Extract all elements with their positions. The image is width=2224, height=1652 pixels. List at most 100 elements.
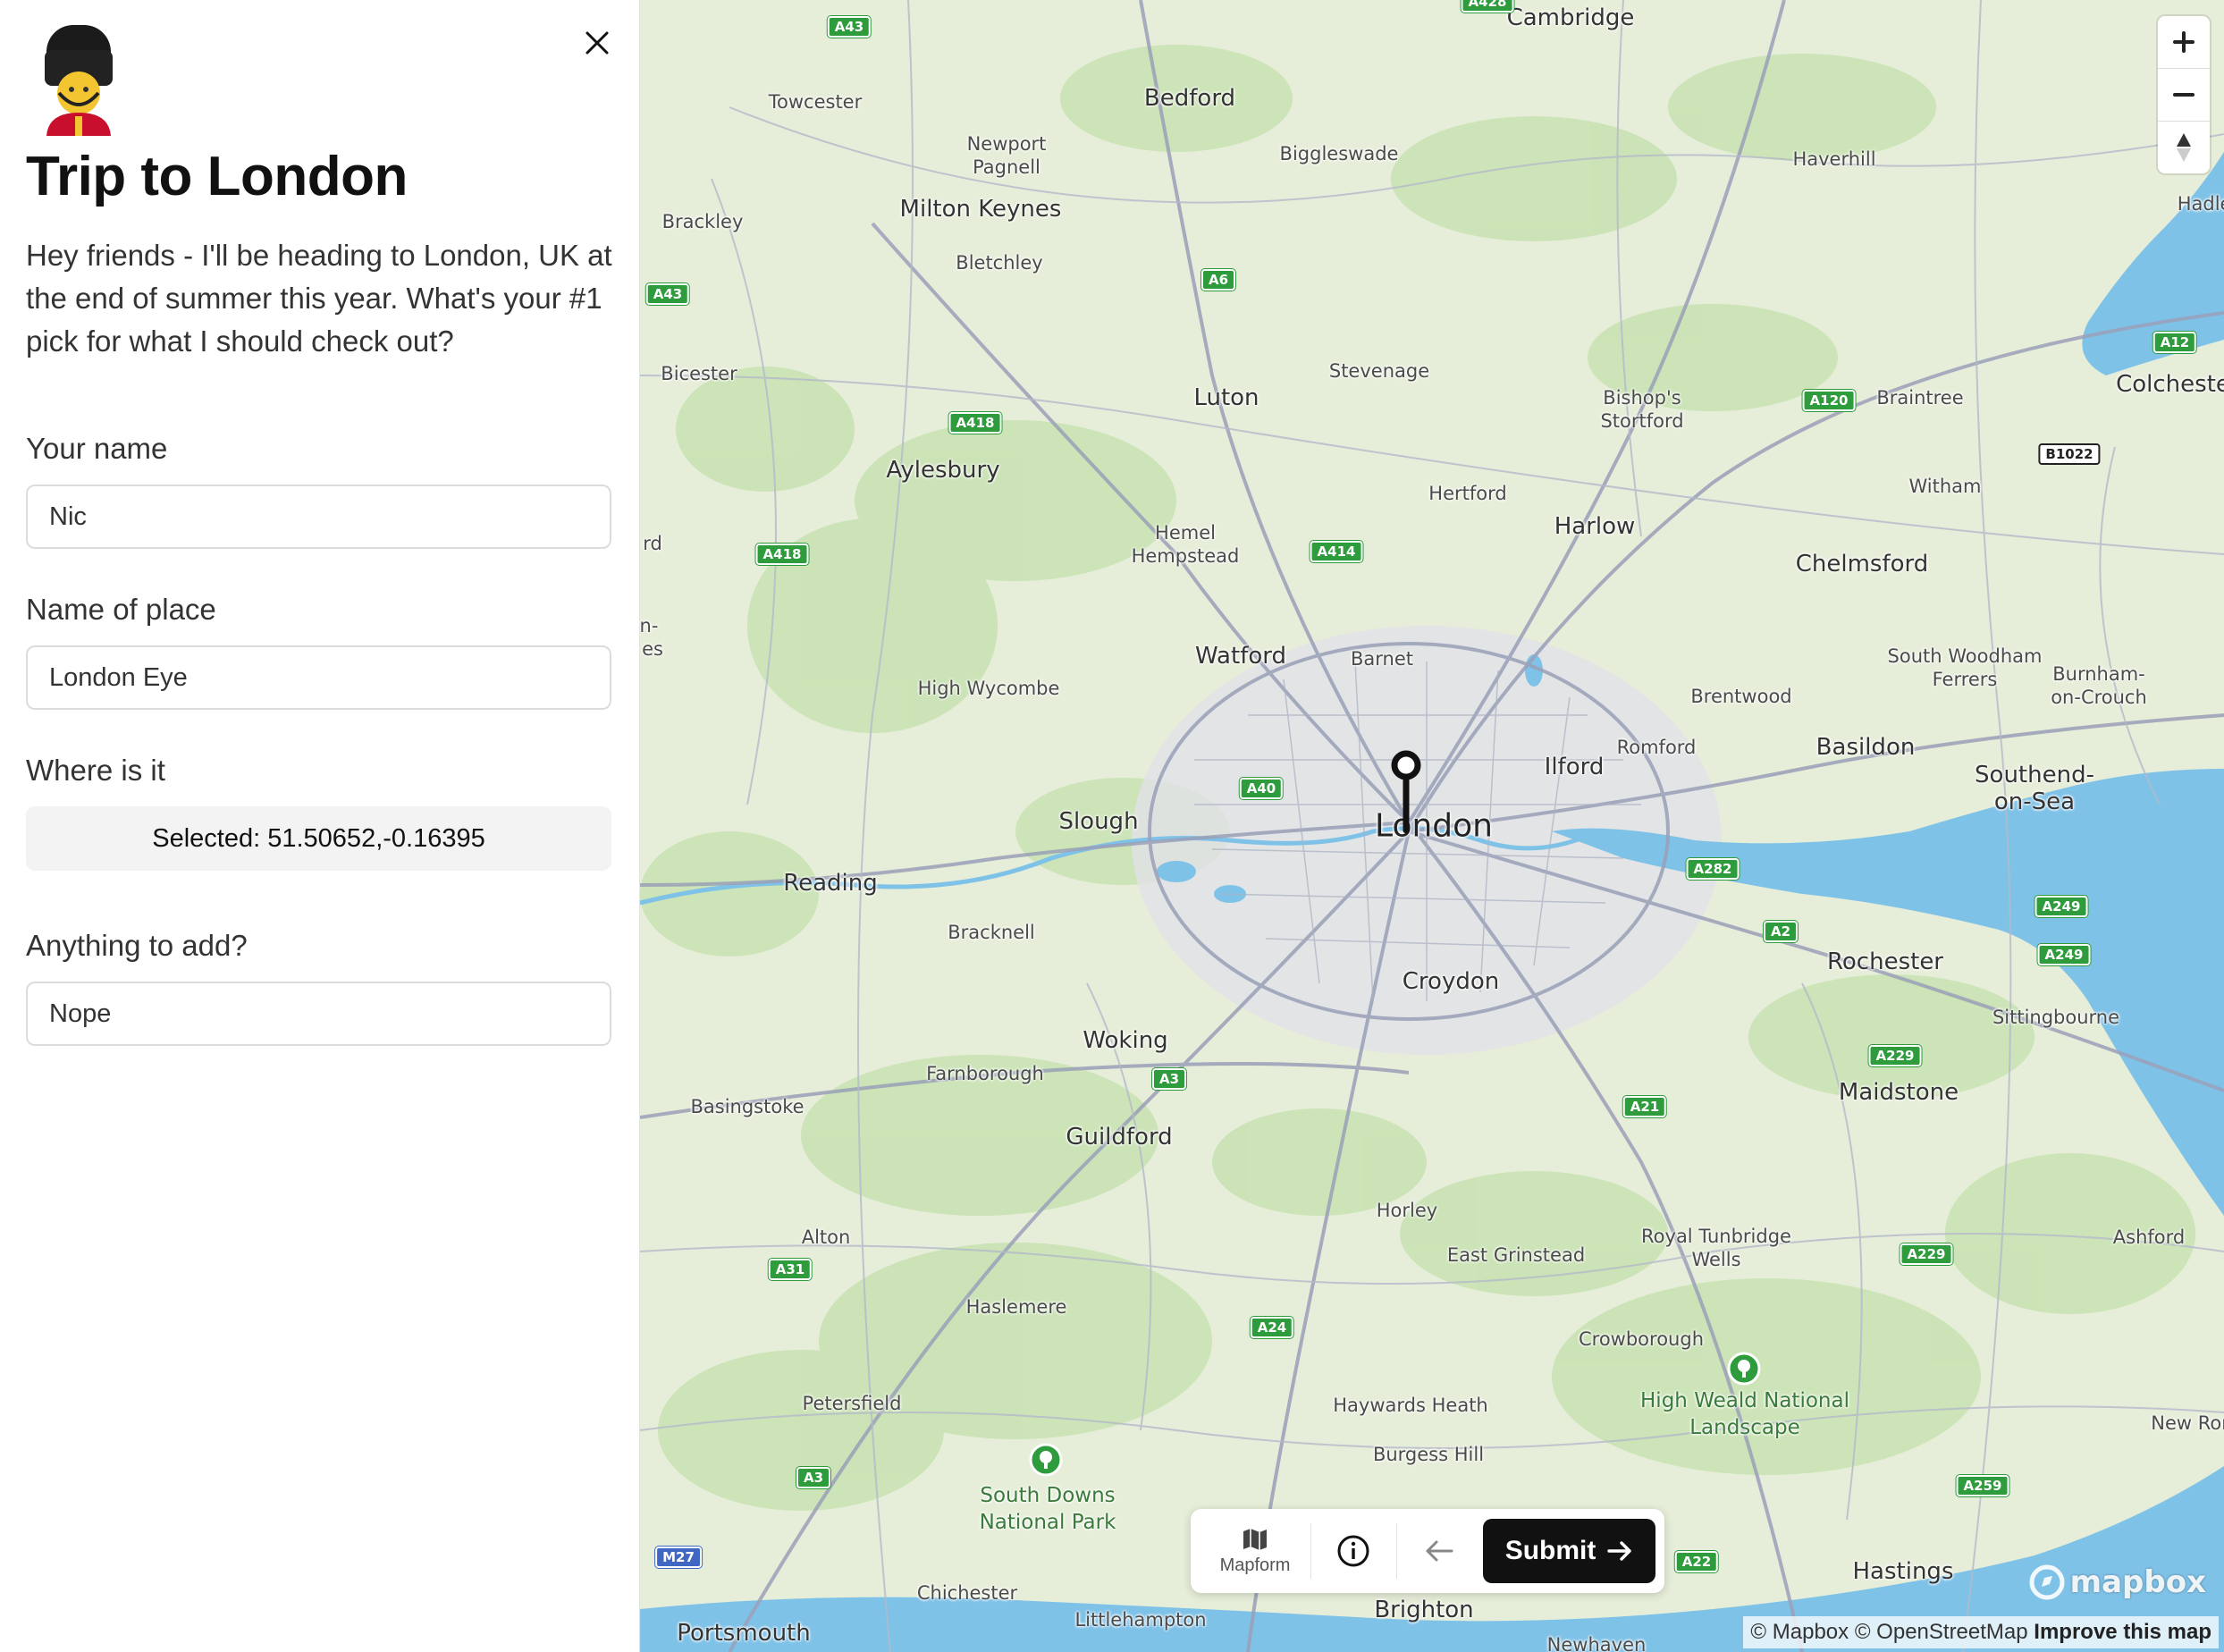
zoom-out-button[interactable] [2158,69,2210,122]
road-shield: M27 [655,1547,702,1568]
attribution-text[interactable]: © Mapbox © OpenStreetMap [1750,1620,2027,1644]
place-label: Romford [1616,737,1697,758]
road-shield: A3 [1151,1068,1187,1090]
place-label: Hertford [1428,483,1507,504]
road-shield: B1022 [2038,443,2101,465]
road-shield: A259 [1956,1475,2009,1496]
map-canvas[interactable]: Cambridge Towcester Bedford Newport Pagn… [640,0,2224,1652]
road-shield: A229 [1900,1243,1953,1265]
place-label: Reading [783,870,878,897]
place-label: Brighton [1374,1597,1474,1623]
location-pin-icon[interactable] [1388,747,1424,837]
park-tree-icon [1029,1443,1063,1477]
plus-icon [2173,31,2195,53]
place-label: Braintree [1876,387,1964,409]
place-field[interactable] [26,645,611,710]
place-label: Ashford [2112,1226,2186,1248]
name-field[interactable] [26,485,611,549]
improve-map-link[interactable]: Improve this map [2034,1620,2211,1644]
bottom-toolbar: Mapform Submit [1191,1509,1664,1593]
road-shield: A249 [2034,896,2088,917]
place-label: Woking [1083,1027,1168,1054]
close-button[interactable] [579,25,615,61]
place-label: Bishop's Stortford [1600,387,1684,432]
zoom-in-button[interactable] [2158,16,2210,69]
place-label: Farnborough [926,1063,1044,1084]
place-label: Basildon [1815,734,1916,761]
place-label: Colcheste [2116,371,2224,398]
place-label: Crowborough [1578,1328,1705,1350]
road-shield: A428 [1461,0,1514,13]
map-attribution: © Mapbox © OpenStreetMap Improve this ma… [1743,1616,2219,1648]
road-shield: A40 [1239,778,1284,799]
place-input[interactable] [49,662,588,693]
place-label: Bicester [661,363,737,384]
minus-icon [2173,93,2195,97]
road-shield: A21 [1622,1096,1667,1117]
place-label: Name of place [26,593,216,626]
place-label: Bedford [1143,85,1236,112]
place-label: Rochester [1827,948,1943,975]
reset-north-button[interactable] [2158,122,2210,173]
arrow-left-icon [1426,1540,1453,1562]
place-label: Aylesbury [886,457,1000,484]
place-label: Southend- on-Sea [1975,762,2094,815]
road-shield: A249 [2037,944,2091,965]
compass-icon [2177,133,2191,162]
place-label: Slough [1058,808,1139,835]
submit-button[interactable]: Submit [1483,1519,1656,1583]
place-label: Witham [1908,476,1982,497]
info-button[interactable] [1311,1515,1396,1587]
park-label: High Weald National Landscape [1640,1389,1849,1439]
park-tree-icon [1727,1352,1761,1386]
arrow-right-icon [1607,1541,1632,1561]
road-shield: A2 [1763,921,1799,942]
place-label: Ilford [1544,754,1605,780]
place-label: Hastings [1852,1558,1954,1585]
place-label: Brentwood [1690,686,1792,707]
place-label: Newhaven [1546,1634,1647,1652]
place-label: Burgess Hill [1372,1444,1485,1465]
page-title: Trip to London [26,146,408,207]
place-label: Brackley [661,211,744,232]
place-label: Maidstone [1838,1079,1959,1106]
place-label: East Grinstead [1446,1244,1586,1266]
mapform-button[interactable]: Mapform [1200,1515,1310,1587]
road-shield: A22 [1674,1551,1719,1572]
place-label: Royal Tunbridge Wells [1641,1226,1791,1270]
place-label: Alton [801,1226,851,1248]
place-label: rd [643,533,662,554]
mapbox-logo[interactable]: mapbox [2029,1564,2206,1600]
place-label: Hadlei [2177,193,2224,215]
guardsman-avatar-icon [45,25,113,136]
zoom-controls [2158,16,2210,173]
place-label: Biggleswade [1279,143,1399,164]
place-label: Hemel Hempstead [1131,522,1240,567]
name-input[interactable] [49,502,588,532]
place-label: Bletchley [956,252,1043,274]
form-panel: Trip to London Hey friends - I'll be hea… [0,0,640,1652]
extra-input[interactable] [49,999,588,1029]
place-label: Portsmouth [677,1620,811,1647]
place-label: Chichester [916,1582,1018,1604]
location-selection[interactable]: Selected: 51.50652,-0.16395 [26,806,611,871]
place-label: Watford [1195,643,1286,670]
road-shield: A418 [948,412,1002,434]
extra-field[interactable] [26,982,611,1046]
place-label: n- [640,615,659,636]
map-icon [1243,1528,1268,1550]
place-label: Cambridge [1506,4,1635,31]
place-label: New Rom [2151,1412,2224,1434]
road-shield: A31 [768,1259,813,1280]
place-label: Barnet [1350,648,1414,670]
place-label: Guildford [1066,1124,1173,1150]
place-label: Basingstoke [690,1096,805,1117]
submit-label: Submit [1504,1536,1596,1565]
road-shield: A6 [1200,269,1236,291]
road-shield: A43 [827,16,872,38]
back-button[interactable] [1397,1515,1482,1587]
road-shield: A3 [796,1467,831,1488]
place-label: South Woodham Ferrers [1887,645,2043,690]
place-label: Towcester [768,91,863,113]
place-label: Milton Keynes [899,196,1062,223]
